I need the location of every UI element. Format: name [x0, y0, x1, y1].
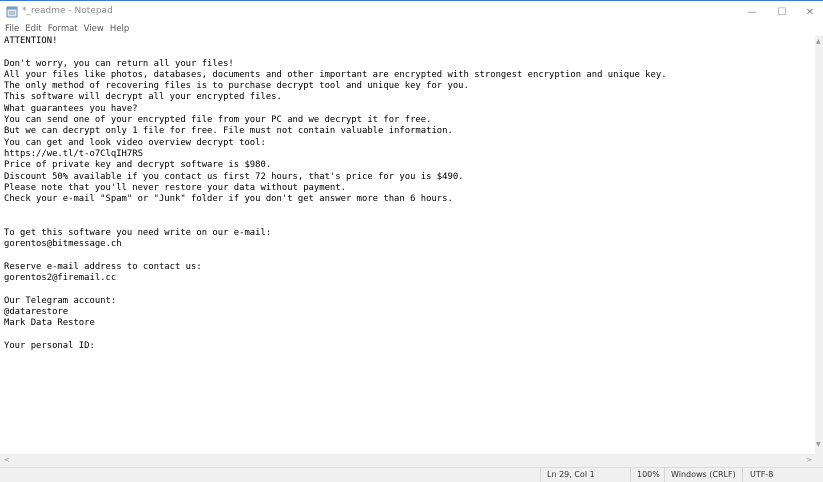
menu-view[interactable]: View [83, 23, 105, 36]
menu-format[interactable]: Format [47, 23, 79, 36]
title-bar[interactable]: *_readme - Notepad — ☐ ✕ [0, 1, 823, 23]
notepad-icon [6, 6, 18, 18]
scroll-right-icon[interactable]: > [806, 456, 812, 464]
menu-bar: File Edit Format View Help [0, 23, 130, 36]
menu-file[interactable]: File [4, 23, 20, 36]
menu-edit[interactable]: Edit [24, 23, 42, 36]
encoding: UTF-8 [750, 470, 774, 479]
minimize-icon: — [747, 6, 757, 18]
line-ending: Windows (CRLF) [671, 470, 736, 479]
scroll-up-icon[interactable]: ▲ [816, 38, 821, 45]
document-text[interactable]: ATTENTION! Don't worry, you can return a… [0, 36, 815, 352]
cursor-position: Ln 29, Col 1 [547, 470, 595, 479]
maximize-icon: ☐ [777, 6, 787, 18]
vertical-scrollbar[interactable]: ▲ ▼ [815, 36, 823, 454]
minimize-button[interactable]: — [735, 1, 769, 23]
menu-help[interactable]: Help [109, 23, 130, 36]
horizontal-scrollbar[interactable]: < > [0, 454, 823, 467]
notepad-window: *_readme - Notepad — ☐ ✕ File Edit Forma… [0, 0, 823, 482]
scroll-left-icon[interactable]: < [4, 456, 10, 464]
zoom-level: 100% [637, 470, 660, 479]
window-title: *_readme - Notepad [22, 6, 113, 16]
scroll-down-icon[interactable]: ▼ [816, 441, 821, 448]
close-button[interactable]: ✕ [793, 1, 823, 23]
close-icon: ✕ [805, 6, 815, 18]
text-editor[interactable]: ATTENTION! Don't worry, you can return a… [0, 36, 815, 454]
